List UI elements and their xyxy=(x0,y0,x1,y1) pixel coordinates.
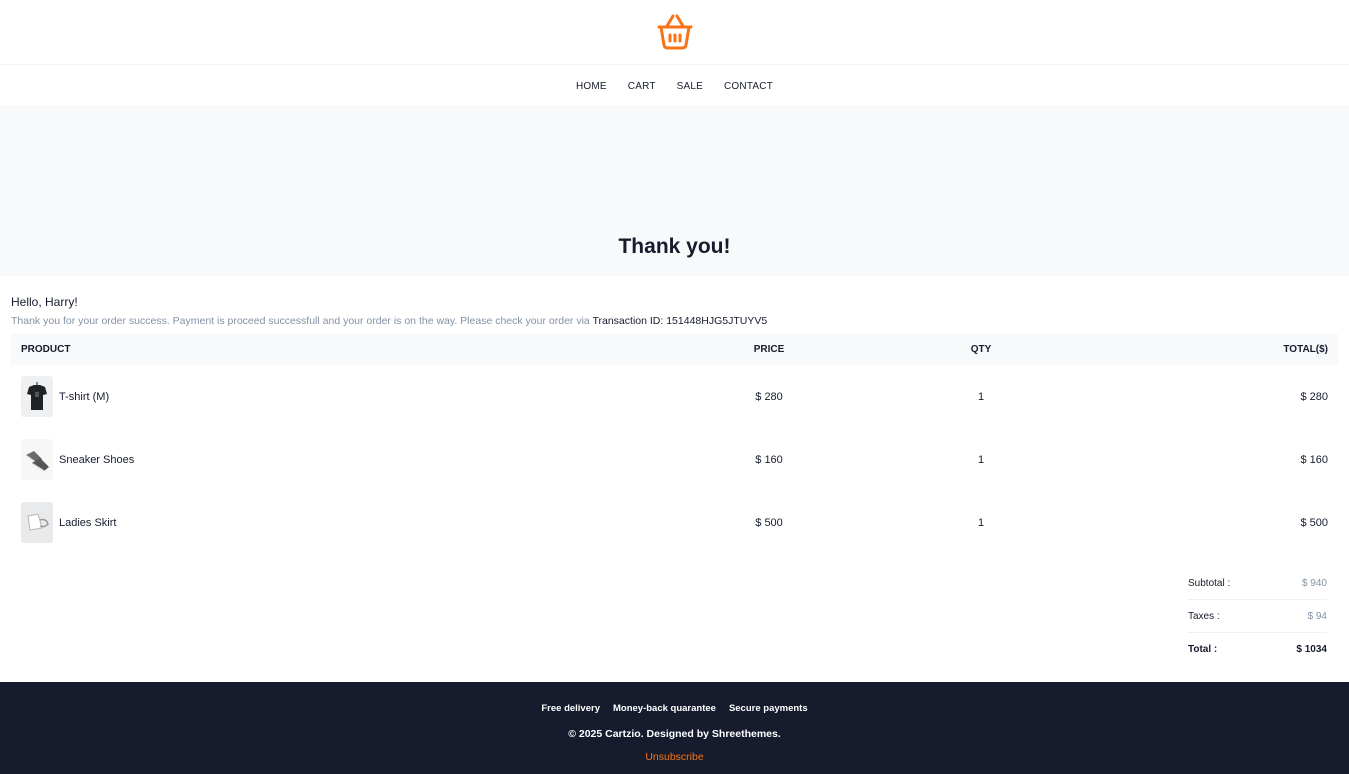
taxes-value: $ 94 xyxy=(1307,610,1327,622)
nav-cart[interactable]: CART xyxy=(628,81,656,92)
subtotal-label: Subtotal : xyxy=(1188,577,1231,589)
hero-banner: Thank you! xyxy=(0,105,1349,276)
page-title: Thank you! xyxy=(618,235,731,258)
product-cell: T-shirt (M) xyxy=(21,376,609,417)
total-label: Total : xyxy=(1188,644,1218,655)
unsubscribe-link[interactable]: Unsubscribe xyxy=(645,751,703,763)
header-price: PRICE xyxy=(753,344,785,355)
subtotal-row: Subtotal : $ 940 xyxy=(1188,567,1327,600)
order-content: Hello, Harry! Thank you for your order s… xyxy=(0,295,1349,666)
header-total: TOTAL($) xyxy=(1283,344,1328,355)
order-summary: Subtotal : $ 940 Taxes : $ 94 Total : $ … xyxy=(1188,567,1327,666)
main-nav: HOME CART SALE CONTACT xyxy=(0,65,1349,105)
header-product: PRODUCT xyxy=(21,344,71,355)
table-row: Sneaker Shoes $ 160 1 $ 160 xyxy=(11,428,1338,491)
product-price: $ 280 xyxy=(755,390,783,403)
skirt-thumbnail xyxy=(21,502,53,543)
taxes-label: Taxes : xyxy=(1188,610,1220,622)
order-table: PRODUCT PRICE QTY TOTAL($) T-shirt (M) $… xyxy=(11,334,1338,554)
transaction-id: Transaction ID: 151448HJG5JTUYV5 xyxy=(592,315,768,327)
total-row: Total : $ 1034 xyxy=(1188,633,1327,666)
sneaker-thumbnail xyxy=(21,439,53,480)
subtotal-value: $ 940 xyxy=(1301,577,1327,589)
product-name: Ladies Skirt xyxy=(59,516,117,529)
table-row: T-shirt (M) $ 280 1 $ 280 xyxy=(11,365,1338,428)
footer: Free delivery Money-back quarantee Secur… xyxy=(0,682,1349,774)
copyright: © 2025 Cartzio. Designed by Shreethemes. xyxy=(568,728,781,740)
greeting: Hello, Harry! xyxy=(11,295,78,309)
nav-sale[interactable]: SALE xyxy=(677,81,703,92)
product-qty: 1 xyxy=(977,453,985,466)
product-price: $ 500 xyxy=(755,516,783,529)
table-row: Ladies Skirt $ 500 1 $ 500 xyxy=(11,491,1338,554)
product-total: $ 280 xyxy=(1300,390,1328,403)
taxes-row: Taxes : $ 94 xyxy=(1188,600,1327,633)
footer-features: Free delivery Money-back quarantee Secur… xyxy=(0,703,1349,714)
product-qty: 1 xyxy=(977,390,985,403)
table-header-row: PRODUCT PRICE QTY TOTAL($) xyxy=(11,334,1338,365)
feature-secure-payments: Secure payments xyxy=(728,703,808,714)
header-qty: QTY xyxy=(970,344,992,355)
order-note: Thank you for your order success. Paymen… xyxy=(11,315,1338,327)
product-name: T-shirt (M) xyxy=(59,390,110,403)
nav-contact[interactable]: CONTACT xyxy=(724,81,773,92)
nav-home[interactable]: HOME xyxy=(576,81,607,92)
product-cell: Ladies Skirt xyxy=(21,502,609,543)
header xyxy=(0,0,1349,65)
feature-free-delivery: Free delivery xyxy=(541,703,600,714)
order-note-text: Thank you for your order success. Paymen… xyxy=(11,315,590,327)
basket-icon[interactable] xyxy=(655,12,695,52)
product-total: $ 160 xyxy=(1300,453,1328,466)
product-total: $ 500 xyxy=(1300,516,1328,529)
product-qty: 1 xyxy=(977,516,985,529)
product-cell: Sneaker Shoes xyxy=(21,439,609,480)
product-price: $ 160 xyxy=(755,453,783,466)
tshirt-thumbnail xyxy=(21,376,53,417)
product-name: Sneaker Shoes xyxy=(59,453,135,466)
total-value: $ 1034 xyxy=(1296,644,1327,655)
feature-money-back: Money-back quarantee xyxy=(612,703,716,714)
